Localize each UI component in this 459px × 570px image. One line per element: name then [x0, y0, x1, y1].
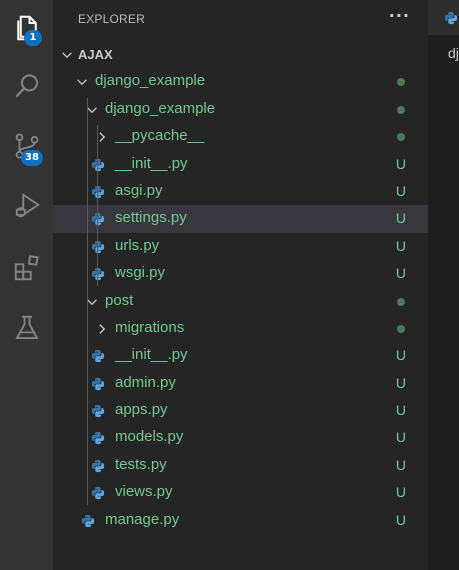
python-file-icon: [91, 487, 105, 500]
tree-file-row[interactable]: urls.py U: [53, 233, 428, 260]
indent-guide: [97, 125, 98, 286]
tree-item-label: asgi.py: [115, 181, 163, 199]
git-status-badge: U: [395, 265, 406, 282]
sidebar-header: EXPLORER ···: [53, 0, 428, 40]
search-icon: [15, 74, 38, 98]
tree-item-label: __init__.py: [115, 154, 188, 172]
git-modified-dot: [397, 105, 405, 114]
explorer-badge: 1: [24, 30, 42, 46]
tree-file-row[interactable]: wsgi.py U: [53, 260, 428, 287]
tree-file-row[interactable]: apps.py U: [53, 397, 428, 424]
tree-item-label: post: [105, 291, 134, 309]
source-control-badge: 38: [21, 150, 43, 166]
tree-file-row[interactable]: admin.py U: [53, 370, 428, 397]
editor-area: dj: [428, 0, 459, 570]
tree-file-row[interactable]: models.py U: [53, 424, 428, 451]
tree-folder-row[interactable]: django_example: [53, 68, 428, 95]
git-status-badge: U: [395, 511, 406, 528]
file-tree: AJAX django_example django_example __pycac…: [53, 41, 428, 534]
python-file-icon: [91, 185, 105, 199]
python-file-icon: [91, 377, 105, 390]
python-file-icon: [91, 268, 105, 281]
git-status-badge: U: [395, 429, 406, 446]
git-modified-dot: [397, 324, 405, 333]
search-button[interactable]: [0, 66, 53, 106]
tree-folder-row[interactable]: migrations: [53, 315, 428, 342]
tree-file-row[interactable]: __init__.py U: [53, 151, 428, 178]
tree-item-label: migrations: [115, 318, 185, 336]
tree-file-row[interactable]: tests.py U: [53, 452, 428, 479]
git-status-badge: U: [395, 182, 406, 199]
tree-item-label: manage.py: [105, 510, 180, 528]
tree-item-label: __init__.py: [115, 346, 188, 364]
git-status-badge: U: [395, 155, 406, 172]
git-status-badge: U: [395, 484, 406, 501]
git-status-badge: U: [395, 347, 406, 364]
python-file-icon: [91, 350, 105, 363]
chevron-down-icon: [62, 52, 72, 59]
python-file-icon: [91, 213, 105, 226]
tree-file-row[interactable]: __init__.py U: [53, 342, 428, 369]
run-debug-button[interactable]: [0, 186, 53, 226]
tree-file-row[interactable]: views.py U: [53, 479, 428, 506]
tree-file-row[interactable]: settings.py U: [53, 205, 428, 233]
editor-tab[interactable]: [428, 0, 459, 35]
python-file-icon: [91, 404, 105, 418]
tree-item-label: settings.py: [115, 209, 187, 227]
python-file-icon: [91, 240, 105, 253]
tree-item-label: apps.py: [115, 401, 168, 419]
tree-file-row[interactable]: manage.py U: [53, 507, 428, 534]
tree-item-label: models.py: [115, 428, 184, 446]
python-file-icon: [91, 158, 105, 171]
editor-tab-label: dj: [448, 45, 459, 61]
git-status-badge: U: [395, 456, 406, 473]
tree-folder-row[interactable]: django_example: [53, 96, 428, 123]
tree-item-label: django_example: [95, 72, 206, 90]
git-modified-dot: [397, 297, 405, 306]
git-status-badge: U: [395, 402, 406, 419]
tree-item-label: django_example: [105, 99, 216, 117]
extensions-icon: [14, 255, 39, 281]
git-status-badge: U: [395, 374, 406, 391]
extensions-button[interactable]: [0, 248, 53, 288]
tree-item-label: tests.py: [115, 455, 167, 473]
testing-button[interactable]: [0, 308, 53, 348]
tree-items: django_example django_example __pycache__ _…: [53, 68, 428, 534]
python-file-icon: [91, 459, 105, 472]
tree-root-ajax[interactable]: AJAX: [53, 41, 428, 68]
tree-item-label: admin.py: [115, 373, 176, 391]
tree-item-label: __pycache__: [115, 127, 205, 145]
git-modified-dot: [397, 133, 405, 142]
python-file-icon: [444, 11, 458, 25]
explorer-sidebar: EXPLORER ··· AJAX django_example django_e…: [53, 0, 428, 570]
tree-item-label: wsgi.py: [115, 264, 166, 282]
tree-folder-row[interactable]: post: [53, 288, 428, 315]
python-file-icon: [91, 432, 105, 445]
tree-folder-row[interactable]: __pycache__: [53, 123, 428, 150]
tree-item-label: urls.py: [115, 236, 160, 254]
explorer-title: EXPLORER: [78, 12, 145, 26]
python-file-icon: [81, 514, 95, 527]
git-status-badge: U: [395, 237, 406, 254]
chevron-down-icon: [77, 79, 87, 86]
tree-file-row[interactable]: asgi.py U: [53, 178, 428, 205]
git-modified-dot: [397, 78, 405, 87]
chevron-right-icon: [99, 324, 106, 334]
run-debug-icon: [15, 192, 40, 218]
activity-bar: 1 38: [0, 0, 53, 570]
workspace-name: AJAX: [78, 47, 113, 62]
more-actions-button[interactable]: ···: [389, 6, 410, 25]
testing-icon: [14, 315, 39, 339]
tree-item-label: views.py: [115, 483, 173, 501]
indent-guide: [87, 97, 88, 505]
git-status-badge: U: [395, 210, 406, 227]
